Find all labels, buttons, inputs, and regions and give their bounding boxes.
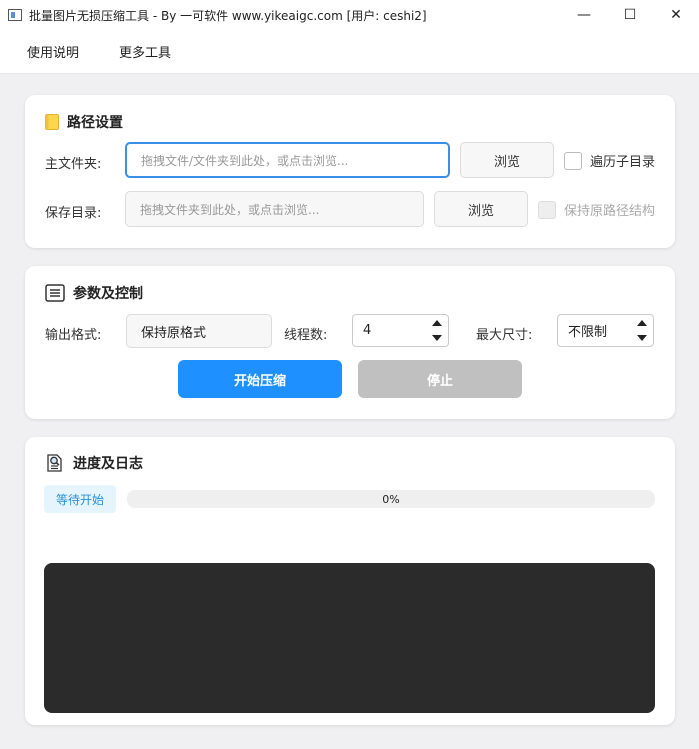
main-folder-input[interactable]: 拖拽文件/文件夹到此处，或点击浏览... <box>125 142 450 178</box>
window-title: 批量图片无损压缩工具 - By 一可软件 www.yikeaigc.com [用… <box>29 8 427 23</box>
params-card: 参数及控制 输出格式: 保持原格式 线程数: 4 最大尺寸: 不限制 开始压缩 … <box>25 266 675 419</box>
maximize-button[interactable]: ☐ <box>607 0 653 30</box>
title-bar: 批量图片无损压缩工具 - By 一可软件 www.yikeaigc.com [用… <box>0 0 699 30</box>
threads-stepper[interactable] <box>424 315 448 346</box>
max-size-spinbox[interactable]: 不限制 <box>557 314 654 347</box>
progress-card: 进度及日志 等待开始 0% <box>25 437 675 725</box>
app-icon <box>8 9 22 21</box>
path-settings-card: 路径设置 主文件夹: 拖拽文件/文件夹到此处，或点击浏览... 浏览 遍历子目录… <box>25 95 675 248</box>
keep-structure-checkbox-box[interactable] <box>538 200 556 219</box>
save-dir-input[interactable]: 拖拽文件夹到此处，或点击浏览... <box>125 191 424 227</box>
progress-title-text: 进度及日志 <box>73 456 143 472</box>
max-size-up-icon[interactable] <box>630 315 653 331</box>
magnifier-document-icon <box>45 453 65 473</box>
max-size-down-icon[interactable] <box>630 331 653 347</box>
recursive-checkbox-box[interactable] <box>564 151 582 170</box>
keep-structure-checkbox-label: 保持原路径结构 <box>564 204 656 219</box>
params-title: 参数及控制 <box>45 283 143 303</box>
status-badge: 等待开始 <box>44 485 116 513</box>
path-settings-title-text: 路径设置 <box>67 115 123 131</box>
progress-title: 进度及日志 <box>45 453 143 473</box>
recursive-checkbox[interactable]: 遍历子目录 <box>564 151 655 170</box>
progress-bar: 0% <box>127 490 655 508</box>
save-dir-label: 保存目录: <box>45 206 102 221</box>
folder-icon <box>45 114 59 130</box>
keep-structure-checkbox[interactable]: 保持原路径结构 <box>538 200 655 219</box>
window-controls: — ☐ ✕ <box>561 0 699 30</box>
close-button[interactable]: ✕ <box>653 0 699 30</box>
threads-up-icon[interactable] <box>425 315 448 331</box>
format-select[interactable]: 保持原格式 <box>126 314 272 348</box>
max-size-stepper[interactable] <box>629 315 653 346</box>
menu-bar: 使用说明 更多工具 <box>0 30 699 74</box>
start-compress-button[interactable]: 开始压缩 <box>178 360 342 398</box>
threads-down-icon[interactable] <box>425 331 448 347</box>
max-size-label: 最大尺寸: <box>476 328 533 343</box>
list-icon <box>45 284 65 302</box>
menu-item-more-tools[interactable]: 更多工具 <box>119 42 171 61</box>
threads-value: 4 <box>363 323 372 338</box>
params-title-text: 参数及控制 <box>73 286 143 302</box>
recursive-checkbox-label: 遍历子目录 <box>590 155 656 170</box>
log-output-area[interactable] <box>44 563 655 713</box>
main-folder-label: 主文件夹: <box>45 157 102 172</box>
main-folder-browse-button[interactable]: 浏览 <box>460 142 554 178</box>
threads-spinbox[interactable]: 4 <box>352 314 449 347</box>
format-label: 输出格式: <box>45 328 102 343</box>
threads-label: 线程数: <box>284 328 328 343</box>
minimize-button[interactable]: — <box>561 0 607 30</box>
progress-percent-text: 0% <box>382 492 400 506</box>
menu-item-instructions[interactable]: 使用说明 <box>27 42 79 61</box>
max-size-value: 不限制 <box>568 325 608 340</box>
path-settings-title: 路径设置 <box>45 112 123 132</box>
save-dir-browse-button[interactable]: 浏览 <box>434 191 528 227</box>
stop-button[interactable]: 停止 <box>358 360 522 398</box>
